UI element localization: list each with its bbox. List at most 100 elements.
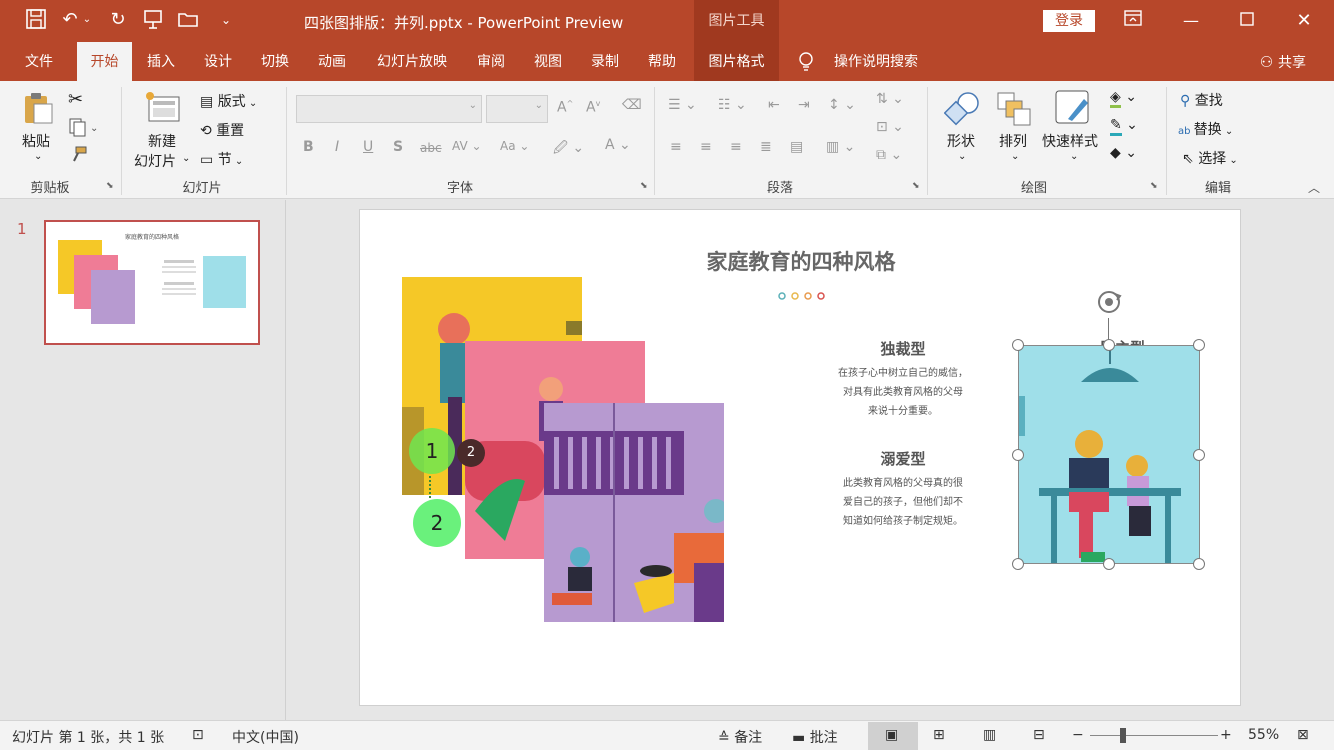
numbering-icon[interactable]: ☷ ⌄ bbox=[718, 97, 747, 113]
highlight-icon[interactable]: 🖉 ⌄ bbox=[553, 137, 584, 161]
ribbon-display-options-icon[interactable] bbox=[1118, 8, 1148, 34]
shapes-button[interactable]: 形状 bbox=[947, 131, 975, 151]
quick-styles-dropdown-icon[interactable]: ⌄ bbox=[1070, 151, 1078, 162]
tab-file[interactable]: 文件 bbox=[16, 42, 62, 81]
quick-styles-button[interactable]: 快速样式 bbox=[1042, 131, 1098, 151]
columns-icon[interactable]: ▥ ⌄ bbox=[826, 139, 855, 155]
reset-button[interactable]: ⟲ 重置 bbox=[200, 120, 244, 140]
undo-icon[interactable]: ↶ bbox=[58, 8, 82, 32]
tell-me-search[interactable]: 操作说明搜索 bbox=[826, 42, 926, 81]
zoom-out-icon[interactable]: − bbox=[1072, 727, 1084, 743]
resize-handle-left[interactable] bbox=[1012, 449, 1024, 461]
resize-handle-right[interactable] bbox=[1193, 449, 1205, 461]
zoom-slider-track[interactable] bbox=[1090, 735, 1218, 736]
align-text-icon[interactable]: ⊡ ⌄ bbox=[876, 119, 904, 135]
slide-thumbnail-1[interactable]: 家庭教育的四种风格 bbox=[44, 220, 260, 345]
convert-to-smartart-icon[interactable]: ⧉ ⌄ bbox=[876, 147, 902, 163]
format-painter-icon[interactable] bbox=[68, 145, 88, 165]
find-button[interactable]: ⚲ 查找 bbox=[1180, 90, 1223, 110]
decrease-indent-icon[interactable]: ⇤ bbox=[768, 97, 780, 113]
redo-icon[interactable]: ↻ bbox=[106, 8, 130, 32]
resize-handle-top-right[interactable] bbox=[1193, 339, 1205, 351]
close-icon[interactable]: ✕ bbox=[1289, 8, 1319, 34]
notes-button[interactable]: ≙ 备注 bbox=[718, 727, 762, 747]
save-icon[interactable] bbox=[24, 8, 48, 32]
language-indicator[interactable]: 中文(中国) bbox=[232, 727, 299, 747]
rotate-handle-icon[interactable] bbox=[1093, 288, 1125, 320]
tab-transitions[interactable]: 切换 bbox=[252, 42, 298, 81]
shapes-dropdown-icon[interactable]: ⌄ bbox=[958, 151, 966, 162]
arrange-icon[interactable] bbox=[996, 91, 1032, 127]
slideshow-view-icon[interactable]: ⊟ bbox=[1033, 727, 1045, 743]
layout-button[interactable]: ▤ 版式 ⌄ bbox=[200, 91, 257, 111]
new-slide-label-2[interactable]: 幻灯片 bbox=[134, 151, 176, 171]
normal-view-button[interactable]: ▣ bbox=[868, 722, 918, 750]
section1-text[interactable]: 在孩子心中树立自己的威信， 对具有此类教育风格的父母 来说十分重要。 bbox=[822, 364, 984, 421]
undo-dropdown-icon[interactable]: ⌄ bbox=[80, 8, 94, 32]
replace-button[interactable]: ab 替换 ⌄ bbox=[1178, 119, 1233, 139]
section1-title[interactable]: 独裁型 bbox=[822, 338, 984, 359]
quick-styles-icon[interactable] bbox=[1054, 89, 1094, 127]
animation-marker-2-small[interactable]: 2 bbox=[457, 439, 485, 467]
animation-marker-2[interactable]: 2 bbox=[413, 499, 461, 547]
fit-to-window-icon[interactable]: ⊠ bbox=[1297, 727, 1309, 743]
justify-icon[interactable]: ≣ bbox=[760, 139, 772, 155]
italic-icon[interactable]: I bbox=[335, 139, 339, 155]
tab-picture-format[interactable]: 图片格式 bbox=[694, 42, 779, 81]
resize-handle-bottom-left[interactable] bbox=[1012, 558, 1024, 570]
change-case-icon[interactable]: Aa ⌄ bbox=[500, 139, 529, 153]
align-left-icon[interactable]: ≡ bbox=[670, 139, 682, 155]
tab-slideshow[interactable]: 幻灯片放映 bbox=[366, 42, 458, 81]
paste-icon[interactable] bbox=[22, 91, 54, 125]
section2-title[interactable]: 溺爱型 bbox=[822, 448, 984, 469]
paste-dropdown-icon[interactable]: ⌄ bbox=[34, 151, 42, 162]
section2-text[interactable]: 此类教育风格的父母真的很 爱自己的孩子，但他们却不 知道如何给孩子制定规矩。 bbox=[822, 474, 984, 531]
font-color-icon[interactable]: A ⌄ bbox=[605, 137, 631, 153]
resize-handle-top[interactable] bbox=[1103, 339, 1115, 351]
slide-image-cyan-selected[interactable] bbox=[1018, 345, 1200, 564]
reading-view-icon[interactable]: ▥ bbox=[983, 727, 996, 743]
font-name-combobox[interactable]: ⌄ bbox=[296, 95, 482, 123]
resize-handle-bottom[interactable] bbox=[1103, 558, 1115, 570]
bullets-icon[interactable]: ☰ ⌄ bbox=[668, 97, 697, 113]
tab-view[interactable]: 视图 bbox=[525, 42, 571, 81]
open-folder-icon[interactable] bbox=[176, 8, 200, 32]
strikethrough-icon[interactable]: abc bbox=[420, 141, 442, 155]
font-size-combobox[interactable]: ⌄ bbox=[486, 95, 548, 123]
cut-icon[interactable]: ✂ bbox=[68, 89, 86, 110]
align-center-icon[interactable]: ≡ bbox=[700, 139, 712, 155]
login-button[interactable]: 登录 bbox=[1043, 10, 1095, 32]
tab-review[interactable]: 审阅 bbox=[468, 42, 514, 81]
align-right-icon[interactable]: ≡ bbox=[730, 139, 742, 155]
paragraph-launcher-icon[interactable]: ⬊ bbox=[912, 181, 920, 191]
tab-record[interactable]: 录制 bbox=[582, 42, 628, 81]
arrange-button[interactable]: 排列 bbox=[999, 131, 1027, 151]
tab-insert[interactable]: 插入 bbox=[138, 42, 184, 81]
increase-indent-icon[interactable]: ⇥ bbox=[798, 97, 810, 113]
tab-design[interactable]: 设计 bbox=[195, 42, 241, 81]
slide-sorter-icon[interactable]: ⊞ bbox=[933, 727, 945, 743]
tab-help[interactable]: 帮助 bbox=[639, 42, 685, 81]
customize-qat-icon[interactable]: ⌄ bbox=[214, 8, 238, 32]
distributed-icon[interactable]: ▤ bbox=[790, 139, 803, 155]
text-direction-icon[interactable]: ⇅ ⌄ bbox=[876, 91, 904, 107]
resize-handle-bottom-right[interactable] bbox=[1193, 558, 1205, 570]
tab-home[interactable]: 开始 bbox=[77, 42, 132, 81]
increase-font-size-icon[interactable]: A^ bbox=[557, 99, 573, 116]
clipboard-launcher-icon[interactable]: ⬊ bbox=[106, 181, 114, 191]
paste-button[interactable]: 粘贴 bbox=[22, 131, 50, 151]
comments-button[interactable]: ▬ 批注 bbox=[792, 727, 838, 747]
arrange-dropdown-icon[interactable]: ⌄ bbox=[1011, 151, 1019, 162]
slide-image-purple[interactable] bbox=[544, 403, 724, 622]
underline-icon[interactable]: U bbox=[363, 139, 373, 155]
new-slide-label-1[interactable]: 新建 bbox=[148, 131, 176, 151]
zoom-in-icon[interactable]: + bbox=[1220, 727, 1232, 743]
slide-canvas[interactable]: 家庭教育的四种风格 1 2 2 独裁型 在孩子心中树立自己的威信， 对具有此类教… bbox=[359, 209, 1241, 706]
drawing-launcher-icon[interactable]: ⬊ bbox=[1150, 181, 1158, 191]
shape-fill-icon[interactable]: ◈ ⌄ bbox=[1110, 89, 1137, 108]
new-slide-dropdown-icon[interactable]: ⌄ bbox=[182, 153, 190, 164]
character-spacing-icon[interactable]: AV ⌄ bbox=[452, 139, 482, 153]
resize-handle-top-left[interactable] bbox=[1012, 339, 1024, 351]
tab-animations[interactable]: 动画 bbox=[309, 42, 355, 81]
slide-title[interactable]: 家庭教育的四种风格 bbox=[360, 246, 1240, 276]
